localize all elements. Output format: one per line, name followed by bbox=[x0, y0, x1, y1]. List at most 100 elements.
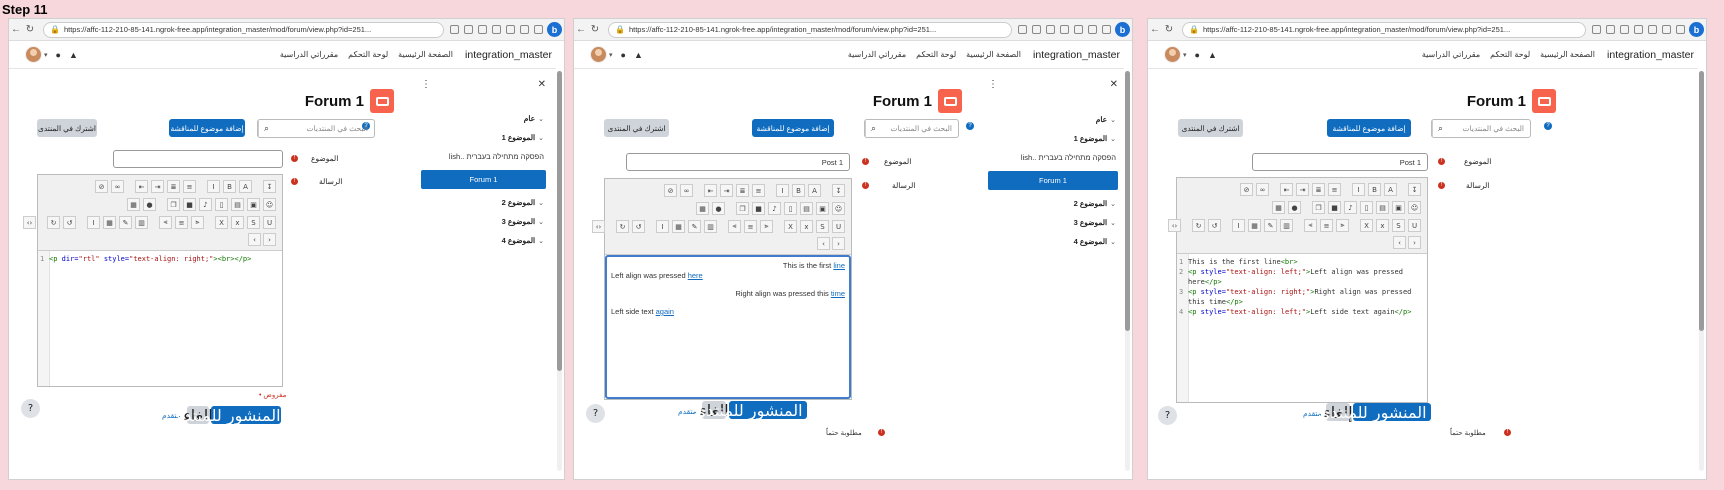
sidebar-item-forum-1[interactable]: Forum 1 bbox=[421, 170, 546, 189]
close-icon[interactable]: ✕ bbox=[1110, 79, 1118, 90]
emoji-icon[interactable]: ☺ bbox=[1408, 201, 1421, 214]
message-editor[interactable]: ↧ A B I ≡ ≣ ⇥ ⇤ ∞ ⊘ ☺ ▣ ▤ ▯ ♪ ■ ❐ ● ▦ U … bbox=[23, 174, 283, 387]
nav-home[interactable]: الصفحة الرئيسية bbox=[398, 50, 453, 59]
bold-icon[interactable]: B bbox=[1368, 183, 1381, 196]
numbered-list-icon[interactable]: ≣ bbox=[167, 180, 180, 193]
strikethrough-icon[interactable]: S bbox=[247, 216, 260, 229]
accessibility-icon[interactable]: ● bbox=[712, 202, 725, 215]
bullet-list-icon[interactable]: ≡ bbox=[1328, 183, 1341, 196]
text-cursor-icon[interactable]: I bbox=[1232, 219, 1245, 232]
underline-icon[interactable]: U bbox=[832, 220, 845, 233]
clear-format-icon[interactable]: ▥ bbox=[135, 216, 148, 229]
accessibility-icon[interactable]: ● bbox=[143, 198, 156, 211]
message-editor[interactable]: ↧ A B I ≡ ≣ ⇥ ⇤ ∞ ⊘ ☺ ▣ ▤ ▯ ♪ ■ ❐ ● ▦ U … bbox=[1168, 177, 1428, 403]
emoji-icon[interactable]: ☺ bbox=[263, 198, 276, 211]
video-icon[interactable]: ■ bbox=[1328, 201, 1341, 214]
image-icon[interactable]: ▣ bbox=[1392, 201, 1405, 214]
strikethrough-icon[interactable]: S bbox=[1392, 219, 1405, 232]
more-icon[interactable] bbox=[534, 25, 543, 34]
more-icon[interactable] bbox=[1676, 25, 1685, 34]
emoji-icon[interactable]: ☺ bbox=[832, 202, 845, 215]
html-source-area[interactable]: 1 <p dir="rtl" style="text-align: right;"… bbox=[38, 251, 282, 386]
undo-icon[interactable]: ↺ bbox=[1208, 219, 1221, 232]
sidebar-item-hebrew-page[interactable]: הפסקה מתחילה בעברית ..lish bbox=[1021, 153, 1116, 162]
kebab-menu-icon[interactable]: ⋮ bbox=[988, 79, 998, 90]
table-icon[interactable]: ▦ bbox=[1248, 219, 1261, 232]
sidebar-item-topic-3[interactable]: ⌄الموضوع 3 bbox=[1074, 218, 1116, 227]
address-bar[interactable]: 🔒 https://affc-112-210-85-141.ngrok-free.… bbox=[43, 21, 444, 38]
read-aloud-icon[interactable] bbox=[1018, 25, 1027, 34]
italic-icon[interactable]: I bbox=[776, 184, 789, 197]
unlink-icon[interactable]: ⊘ bbox=[1240, 183, 1253, 196]
nav-my-courses[interactable]: مقرراتي الدراسية bbox=[848, 50, 906, 59]
edit-icon[interactable]: ✎ bbox=[1264, 219, 1277, 232]
read-aloud-icon[interactable] bbox=[450, 25, 459, 34]
kebab-menu-icon[interactable]: ⋮ bbox=[421, 79, 431, 90]
html-code-icon[interactable]: ‹› bbox=[1168, 219, 1181, 232]
html-code-icon[interactable]: ‹› bbox=[23, 216, 36, 229]
favorites-icon[interactable] bbox=[1060, 25, 1069, 34]
chevron-down-icon[interactable]: ▾ bbox=[609, 51, 613, 59]
subscript-icon[interactable]: x bbox=[800, 220, 813, 233]
messages-icon[interactable]: ● bbox=[1195, 50, 1200, 60]
underline-icon[interactable]: U bbox=[263, 216, 276, 229]
media-icon[interactable]: ▤ bbox=[800, 202, 813, 215]
strikethrough-icon[interactable]: S bbox=[816, 220, 829, 233]
microphone-icon[interactable]: ♪ bbox=[1344, 201, 1357, 214]
align-left-icon[interactable]: ⫷ bbox=[191, 216, 204, 229]
post-to-forum-button[interactable]: أضف المنشور للمنتدى bbox=[172, 406, 320, 425]
table-icon[interactable]: ▦ bbox=[103, 216, 116, 229]
post-to-forum-button[interactable]: أضف المنشور للمنتدى bbox=[694, 401, 842, 420]
chevron-left-icon[interactable]: ‹ bbox=[248, 233, 261, 246]
undo-icon[interactable]: ↺ bbox=[63, 216, 76, 229]
site-brand[interactable]: integration_master bbox=[1033, 49, 1120, 61]
subscript-icon[interactable]: x bbox=[231, 216, 244, 229]
chevron-left-icon[interactable]: ‹ bbox=[1393, 236, 1406, 249]
sidebar-item-hebrew-page[interactable]: הפסקה מתחילה בעברית ..lish bbox=[449, 152, 544, 161]
search-input[interactable]: البحث في المنتديات ⌕ bbox=[864, 119, 959, 138]
video-icon[interactable]: ■ bbox=[752, 202, 765, 215]
image-icon[interactable]: ▣ bbox=[816, 202, 829, 215]
align-right-icon[interactable]: ⫸ bbox=[728, 220, 741, 233]
bold-icon[interactable]: B bbox=[223, 180, 236, 193]
collections-icon[interactable] bbox=[1648, 25, 1657, 34]
add-discussion-button[interactable]: إضافة موضوع للمناقشة bbox=[1327, 119, 1411, 137]
site-brand[interactable]: integration_master bbox=[465, 49, 552, 61]
underline-icon[interactable]: U bbox=[1408, 219, 1421, 232]
indent-icon[interactable]: ⇥ bbox=[720, 184, 733, 197]
microphone-icon[interactable]: ♪ bbox=[768, 202, 781, 215]
subject-input[interactable] bbox=[113, 150, 283, 168]
align-center-icon[interactable]: ≡ bbox=[744, 220, 757, 233]
redo-icon[interactable]: ↻ bbox=[1192, 219, 1205, 232]
bullet-list-icon[interactable]: ≡ bbox=[752, 184, 765, 197]
indent-icon[interactable]: ⇥ bbox=[151, 180, 164, 193]
bing-icon[interactable]: b bbox=[547, 22, 562, 37]
favorites-icon[interactable] bbox=[492, 25, 501, 34]
refresh-icon[interactable]: ↻ bbox=[1162, 24, 1176, 35]
scrollbar[interactable] bbox=[1699, 71, 1704, 471]
edit-icon[interactable]: ✎ bbox=[688, 220, 701, 233]
back-icon[interactable]: ← bbox=[1148, 24, 1162, 35]
sidebar-item-topic-2[interactable]: ⌄الموضوع 2 bbox=[502, 198, 544, 207]
italic-icon[interactable]: I bbox=[207, 180, 220, 193]
link-icon[interactable]: ∞ bbox=[1256, 183, 1269, 196]
chevron-left-icon[interactable]: ‹ bbox=[817, 237, 830, 250]
favorite-star-icon[interactable] bbox=[1606, 25, 1615, 34]
notifications-bell-icon[interactable]: ▲ bbox=[1208, 50, 1217, 60]
favorites-icon[interactable] bbox=[1634, 25, 1643, 34]
align-right-icon[interactable]: ⫸ bbox=[159, 216, 172, 229]
superscript-icon[interactable]: X bbox=[1360, 219, 1373, 232]
scrollbar[interactable] bbox=[557, 71, 562, 471]
avatar[interactable] bbox=[25, 46, 42, 63]
info-icon[interactable]: ? bbox=[966, 122, 974, 130]
align-left-icon[interactable]: ⫷ bbox=[1336, 219, 1349, 232]
microphone-icon[interactable]: ♪ bbox=[199, 198, 212, 211]
file-icon[interactable]: ▯ bbox=[1360, 201, 1373, 214]
subject-input[interactable]: Post 1 bbox=[626, 153, 850, 171]
redo-icon[interactable]: ↻ bbox=[616, 220, 629, 233]
chevron-right-icon[interactable]: › bbox=[1408, 236, 1421, 249]
close-icon[interactable]: ✕ bbox=[538, 79, 546, 90]
font-size-icon[interactable]: A bbox=[808, 184, 821, 197]
wysiwyg-content-area[interactable]: This is the first line Left align was pr… bbox=[605, 255, 851, 399]
unlink-icon[interactable]: ⊘ bbox=[664, 184, 677, 197]
